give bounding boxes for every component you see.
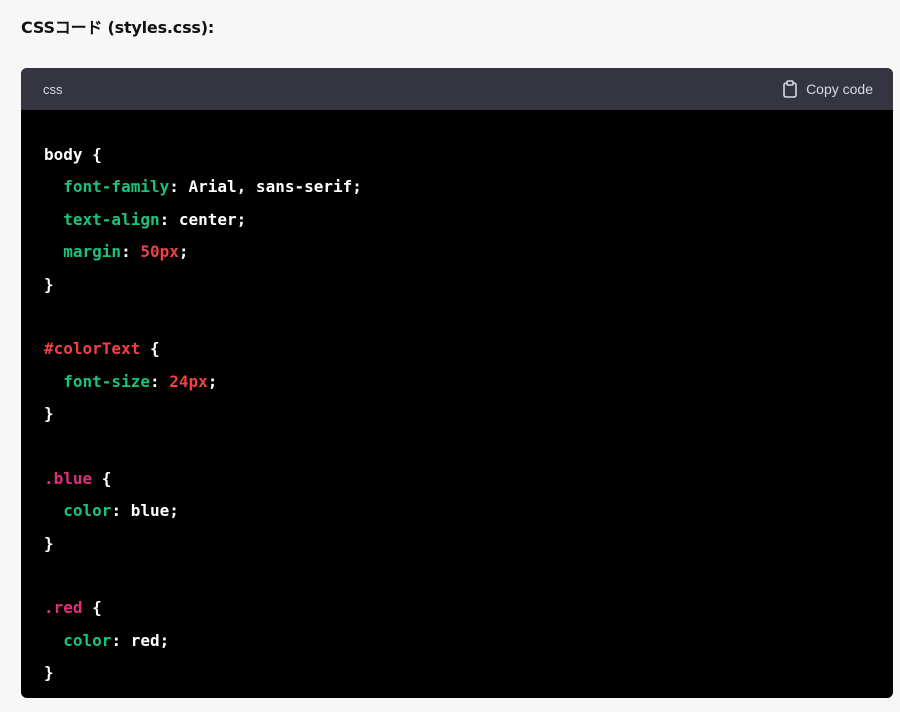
code-token: font-family: [63, 177, 170, 197]
code-token: font-size: [63, 371, 150, 391]
code-line: }: [44, 528, 893, 560]
code-line: }: [44, 398, 893, 430]
code-token: .blue: [44, 468, 93, 488]
code-token: }: [44, 663, 54, 683]
copy-code-label: Copy code: [806, 81, 873, 97]
copy-code-button[interactable]: Copy code: [783, 80, 873, 98]
code-token: }: [44, 274, 54, 294]
code-line: .blue {: [44, 463, 893, 495]
code-token: text-align: [63, 209, 160, 229]
code-token: ;: [207, 371, 218, 391]
code-line: }: [44, 657, 893, 689]
code-token: {: [92, 468, 112, 488]
code-token: {: [82, 598, 102, 618]
code-line: font-family: Arial, sans-serif;: [44, 171, 893, 203]
code-token: color: [63, 630, 112, 650]
code-token: 50px: [140, 242, 179, 262]
code-token: }: [44, 533, 54, 553]
code-line: .red {: [44, 592, 893, 624]
code-token: : blue;: [111, 501, 179, 521]
code-line: }: [44, 269, 893, 301]
code-token: margin: [63, 242, 122, 262]
code-token: : red;: [111, 630, 170, 650]
code-line: margin: 50px;: [44, 236, 893, 268]
code-line: font-size: 24px;: [44, 366, 893, 398]
code-token: : center;: [159, 209, 247, 229]
clipboard-icon: [783, 80, 797, 98]
code-token: body {: [44, 145, 102, 164]
code-token: #colorText: [44, 339, 141, 359]
code-line: text-align: center;: [44, 204, 893, 236]
code-block-header: css Copy code: [21, 68, 893, 110]
code-line: color: blue;: [44, 495, 893, 527]
section-heading: CSSコード (styles.css):: [21, 18, 215, 37]
code-token: ;: [178, 242, 189, 262]
code-token: .red: [44, 598, 83, 618]
code-block: css Copy code body { font-family: Arial,…: [21, 68, 893, 698]
code-line: #colorText {: [44, 333, 893, 365]
code-token: 24px: [169, 371, 208, 391]
code-token: {: [140, 339, 160, 359]
code-line: body {: [44, 139, 893, 171]
code-token: :: [121, 242, 141, 262]
code-line: color: red;: [44, 625, 893, 657]
code-token: color: [63, 501, 112, 521]
code-language-label: css: [43, 81, 63, 97]
code-token: }: [44, 404, 54, 424]
code-token: : Arial, sans-serif;: [169, 177, 362, 197]
code-token: :: [149, 371, 170, 391]
code-content: body { font-family: Arial, sans-serif; t…: [21, 110, 893, 690]
